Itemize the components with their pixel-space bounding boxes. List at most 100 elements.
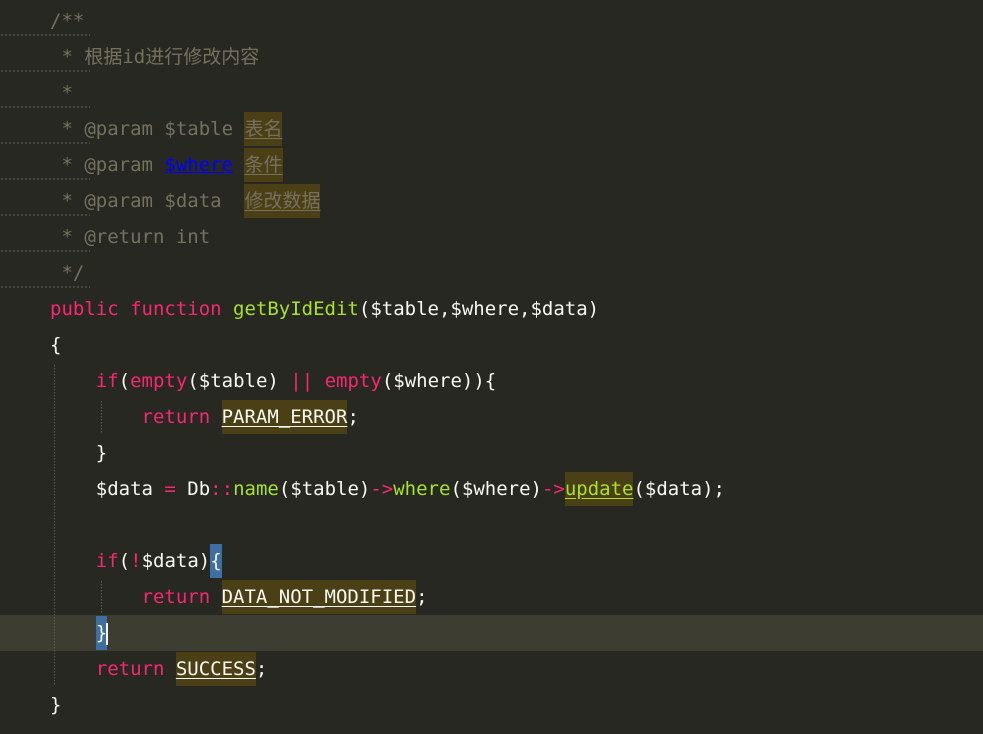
code-line[interactable]: * 根据id进行修改内容 bbox=[0, 39, 983, 75]
code-line[interactable]: if(!$data){ bbox=[0, 543, 983, 579]
code-token: ; bbox=[255, 658, 268, 680]
code-token: getByIdEdit bbox=[233, 298, 359, 320]
code-token: = bbox=[164, 478, 176, 500]
code-token: } bbox=[50, 442, 108, 464]
code-token: ; bbox=[416, 586, 428, 608]
code-token: SUCCESS bbox=[175, 652, 256, 686]
code-text: } bbox=[50, 615, 109, 651]
code-text: { bbox=[50, 327, 61, 363]
code-line[interactable]: * bbox=[0, 75, 983, 111]
code-text: } bbox=[50, 435, 107, 471]
code-token: function bbox=[130, 298, 234, 320]
code-text: /** bbox=[50, 3, 84, 39]
code-token: ($table) bbox=[187, 370, 291, 392]
code-token: ($data); bbox=[633, 478, 725, 500]
code-token: -> bbox=[370, 478, 394, 500]
code-token: * bbox=[50, 82, 73, 104]
indent-guide bbox=[101, 401, 102, 433]
code-token: ( bbox=[118, 550, 131, 572]
code-token: ($where)){ bbox=[381, 370, 497, 392]
code-token: $where bbox=[164, 154, 234, 176]
code-token: /** bbox=[50, 10, 85, 32]
code-token: ! bbox=[130, 550, 142, 572]
code-text: * @param $table 表名 bbox=[50, 111, 283, 147]
code-token: DATA_NOT_MODIFIED bbox=[221, 580, 417, 614]
code-line[interactable]: if(empty($table) || empty($where)){ bbox=[0, 363, 983, 399]
code-text: */ bbox=[50, 255, 84, 291]
code-text: if(empty($table) || empty($where)){ bbox=[50, 363, 496, 399]
code-token: || bbox=[290, 370, 314, 392]
code-text: return PARAM_ERROR; bbox=[50, 399, 359, 435]
code-token: */ bbox=[50, 262, 85, 284]
code-line[interactable]: /** bbox=[0, 3, 983, 39]
code-token: 修改数据 bbox=[244, 184, 321, 218]
code-line[interactable]: } bbox=[0, 435, 983, 471]
code-token: update bbox=[564, 472, 634, 506]
code-line[interactable] bbox=[0, 507, 983, 543]
code-token: 表名 bbox=[244, 112, 283, 146]
code-text: return SUCCESS; bbox=[50, 651, 267, 687]
code-token: { bbox=[210, 544, 222, 578]
code-line[interactable]: public function getByIdEdit($table,$wher… bbox=[0, 291, 983, 327]
code-text: if(!$data){ bbox=[50, 543, 222, 579]
code-text: } bbox=[50, 687, 61, 723]
code-token: ($table,$where,$data) bbox=[358, 298, 600, 320]
code-line[interactable]: return DATA_NOT_MODIFIED; bbox=[0, 579, 983, 615]
code-token: return bbox=[141, 586, 222, 608]
code-line[interactable]: * @param $data 修改数据 bbox=[0, 183, 983, 219]
code-token: $data bbox=[50, 478, 165, 500]
code-token: return bbox=[95, 658, 176, 680]
code-token: ( bbox=[118, 370, 131, 392]
code-token: * 根据id进行修改内容 bbox=[50, 46, 260, 68]
code-token: empty bbox=[324, 370, 382, 392]
text-caret bbox=[106, 622, 109, 645]
code-text: * bbox=[50, 75, 73, 111]
code-token: * @param $data bbox=[50, 190, 245, 212]
code-line[interactable]: $data = Db::name($table)->where($where)-… bbox=[0, 471, 983, 507]
code-token: * @return int bbox=[50, 226, 211, 248]
code-line[interactable]: return PARAM_ERROR; bbox=[0, 399, 983, 435]
code-token: PARAM_ERROR bbox=[221, 400, 348, 434]
code-token: ($where) bbox=[450, 478, 542, 500]
code-text: * @param $data 修改数据 bbox=[50, 183, 321, 219]
code-text: $data = Db::name($table)->where($where)-… bbox=[50, 471, 725, 507]
code-line[interactable]: return SUCCESS; bbox=[0, 651, 983, 687]
spellcheck-squiggle bbox=[0, 105, 90, 109]
code-line[interactable]: { bbox=[0, 327, 983, 363]
code-text: public function getByIdEdit($table,$wher… bbox=[50, 291, 599, 327]
code-token: { bbox=[50, 334, 62, 356]
code-token: } bbox=[50, 694, 62, 716]
code-token: ($table) bbox=[278, 478, 371, 500]
code-text: * 根据id进行修改内容 bbox=[50, 39, 259, 75]
code-line[interactable]: } bbox=[0, 615, 983, 651]
code-text: * @return int bbox=[50, 219, 210, 255]
code-text: return DATA_NOT_MODIFIED; bbox=[50, 579, 428, 615]
code-text: * @param $where 条件 bbox=[50, 147, 283, 183]
indent-guide bbox=[54, 365, 55, 685]
code-token: $data) bbox=[141, 550, 211, 572]
code-token: * @param bbox=[50, 154, 165, 176]
code-line[interactable]: } bbox=[0, 687, 983, 723]
code-token: 条件 bbox=[244, 148, 283, 182]
code-token: :: bbox=[210, 478, 234, 500]
code-line[interactable]: */ bbox=[0, 255, 983, 291]
code-editor[interactable]: /** * 根据id进行修改内容 * * @param $table 表名 * … bbox=[0, 0, 983, 734]
code-token: where bbox=[393, 478, 451, 500]
code-line[interactable]: * @return int bbox=[0, 219, 983, 255]
code-token: -> bbox=[541, 478, 565, 500]
code-token: return bbox=[141, 406, 222, 428]
indent-guide bbox=[101, 581, 102, 613]
code-token: name bbox=[233, 478, 279, 500]
code-token: ; bbox=[347, 406, 359, 428]
code-token: Db bbox=[175, 478, 211, 500]
code-token: public bbox=[50, 298, 131, 320]
code-line[interactable]: * @param $table 表名 bbox=[0, 111, 983, 147]
code-line[interactable]: * @param $where 条件 bbox=[0, 147, 983, 183]
